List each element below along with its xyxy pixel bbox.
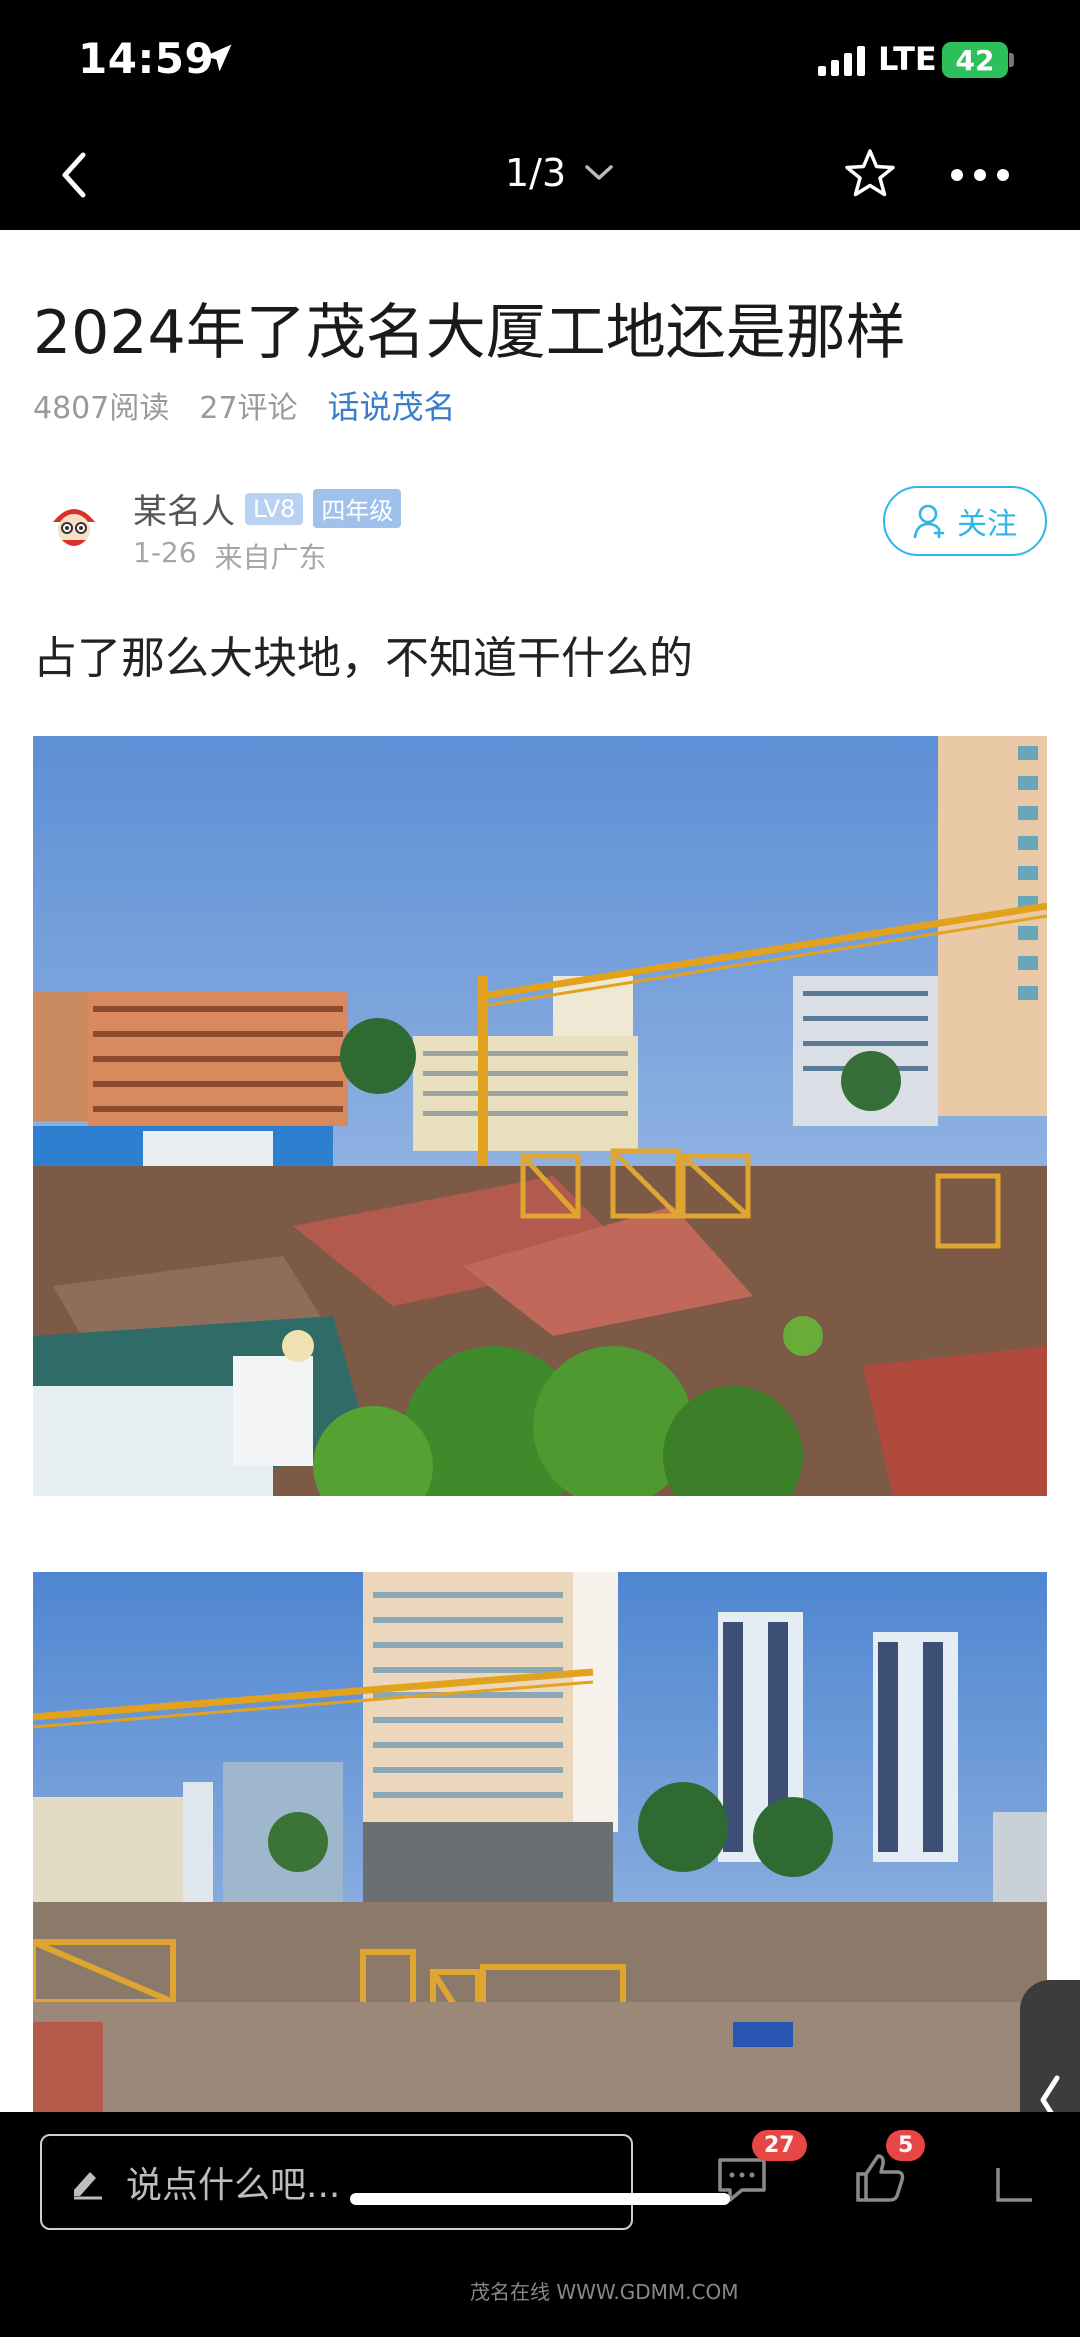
comment-placeholder: 说点什么吧...: [126, 2165, 341, 2206]
comment-count-badge: 27: [752, 2130, 807, 2161]
comment-count-text: 27评论: [199, 391, 298, 426]
nav-bar: 1/3: [0, 125, 1080, 230]
cellular-signal-icon: [818, 46, 865, 76]
post-photo-2[interactable]: [33, 1572, 1047, 2112]
status-time: 14:59: [78, 34, 215, 83]
battery-icon: 42: [942, 42, 1008, 78]
battery-tip: [1009, 53, 1014, 67]
more-options-icon[interactable]: [945, 145, 1015, 205]
post-body-text: 占了那么大块地，不知道干什么的: [33, 633, 693, 684]
post-photo-1[interactable]: [33, 736, 1047, 1496]
watermark-text: 茂名在线 WWW.GDMM.COM: [470, 2280, 739, 2304]
grade-badge: 四年级: [313, 489, 402, 528]
post-meta: 4807阅读 27评论 话说茂名: [33, 382, 456, 428]
edit-pencil-icon: [74, 2172, 102, 2200]
follow-button[interactable]: 关注: [883, 486, 1047, 556]
like-count-badge: 5: [886, 2130, 926, 2161]
share-button[interactable]: [988, 2148, 1048, 2208]
chevron-down-icon: [585, 165, 613, 180]
comment-input[interactable]: 说点什么吧...: [40, 2134, 633, 2230]
author-name-row: 某名人 LV8 四年级: [133, 484, 402, 533]
page-indicator-text: 1/3: [505, 151, 567, 195]
post-date: 1-26: [133, 536, 197, 569]
author-subline: 1-26 来自广东: [133, 536, 327, 576]
like-button[interactable]: 5: [850, 2130, 926, 2208]
battery-level: 42: [955, 43, 995, 77]
author-name[interactable]: 某名人: [133, 484, 235, 533]
location-arrow-icon: [204, 44, 232, 72]
favorite-star-icon[interactable]: [840, 145, 900, 205]
share-icon: [996, 2168, 1032, 2202]
author-row: 某名人 LV8 四年级 1-26 来自广东 关注: [33, 480, 1047, 580]
chevron-left-icon: [62, 152, 86, 198]
forum-link[interactable]: 话说茂名: [328, 382, 456, 428]
avatar[interactable]: [43, 494, 105, 556]
screen: 14:59 LTE 42 1/3 2024年了茂名大厦工地还是那样 4807阅读…: [0, 0, 1080, 2337]
post-location: 来自广东: [214, 541, 327, 574]
level-badge: LV8: [245, 492, 304, 525]
home-indicator: [350, 2193, 730, 2205]
carrier-label: LTE: [878, 40, 937, 78]
read-count: 4807阅读: [33, 391, 170, 426]
back-button[interactable]: [44, 145, 104, 205]
follow-label: 关注: [957, 507, 1017, 542]
add-user-icon: [913, 504, 945, 539]
page-selector[interactable]: 1/3: [505, 151, 614, 195]
post-title: 2024年了茂名大厦工地还是那样: [33, 298, 906, 368]
status-bar: 14:59 LTE 42: [0, 0, 1080, 125]
